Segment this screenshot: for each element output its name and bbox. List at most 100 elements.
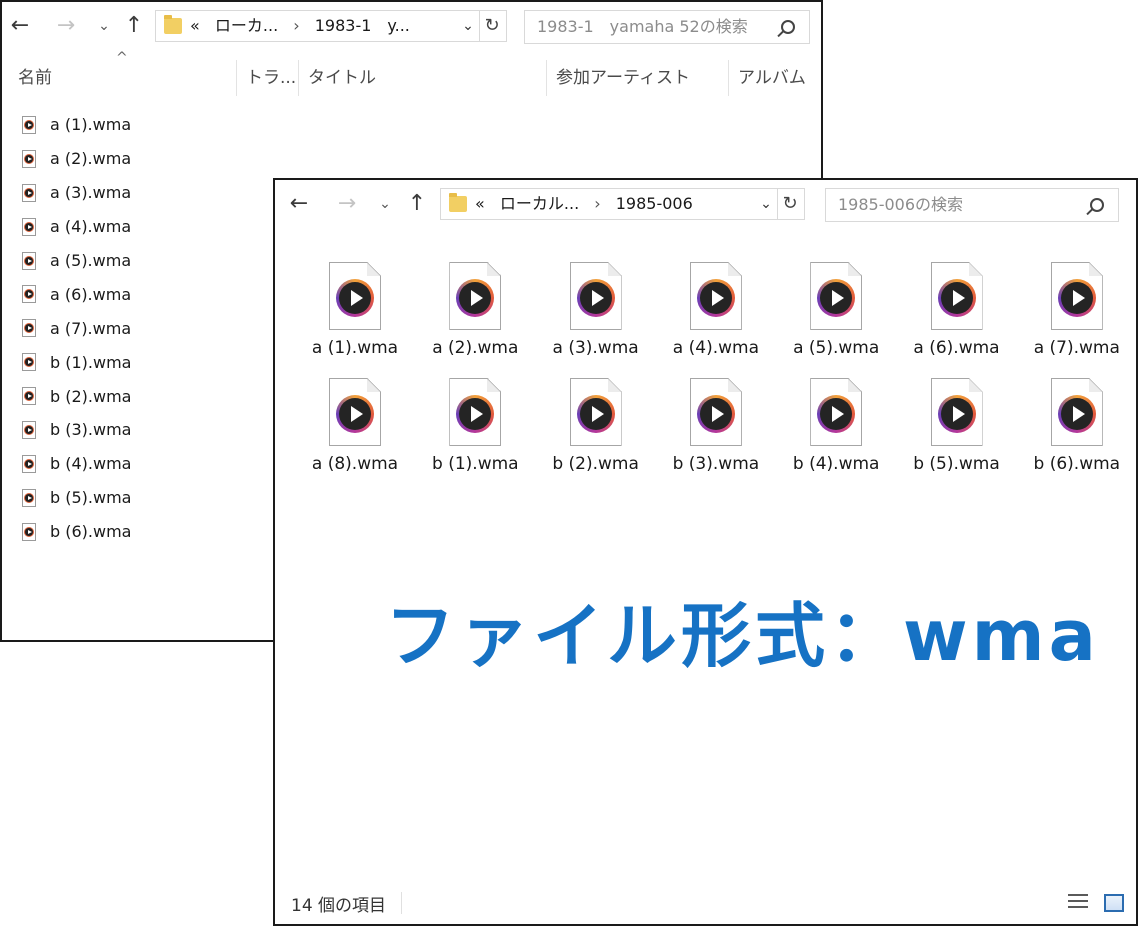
breadcrumb-item-current[interactable]: 1983-1 y... bbox=[315, 16, 410, 35]
breadcrumb-item[interactable]: ローカル... bbox=[490, 194, 579, 213]
refresh-icon[interactable]: ↻ bbox=[777, 189, 802, 219]
wma-file-icon bbox=[689, 262, 742, 330]
file-tile[interactable]: a (6).wma bbox=[897, 262, 1017, 358]
file-list-item[interactable]: b (5).wma bbox=[22, 481, 131, 515]
column-header-name[interactable]: 名前 bbox=[18, 60, 52, 96]
wma-file-icon bbox=[22, 454, 36, 473]
file-name: b (5).wma bbox=[913, 454, 1000, 474]
file-tile[interactable]: b (6).wma bbox=[1017, 378, 1137, 474]
file-name: b (2).wma bbox=[50, 386, 132, 406]
column-header-track[interactable]: トラ... bbox=[246, 60, 296, 96]
breadcrumb-overflow[interactable]: « bbox=[475, 194, 485, 213]
address-bar[interactable]: « ローカ... › 1983-1 y... ⌄ ↻ bbox=[155, 10, 507, 42]
forward-arrow-icon[interactable]: → bbox=[52, 12, 80, 40]
file-name: b (4).wma bbox=[50, 454, 132, 474]
file-list: a (1).wma a (2).wma a (3).wma a (4).wma a (5… bbox=[22, 108, 131, 549]
file-name: a (2).wma bbox=[432, 338, 519, 358]
breadcrumb-item[interactable]: ローカ... bbox=[205, 16, 278, 35]
file-tile[interactable]: a (8).wma bbox=[295, 378, 415, 474]
media-play-icon bbox=[336, 279, 374, 317]
file-list-item[interactable]: a (2).wma bbox=[22, 142, 131, 176]
file-list-item[interactable]: b (1).wma bbox=[22, 345, 131, 379]
back-arrow-icon[interactable]: ← bbox=[6, 12, 34, 40]
file-list-item[interactable]: b (6).wma bbox=[22, 515, 131, 549]
file-list-item[interactable]: a (4).wma bbox=[22, 210, 131, 244]
file-tile[interactable]: a (7).wma bbox=[1017, 262, 1137, 358]
file-name: a (3).wma bbox=[552, 338, 639, 358]
media-play-icon bbox=[937, 395, 976, 433]
file-name: a (1).wma bbox=[50, 115, 132, 135]
file-tile[interactable]: a (1).wma bbox=[295, 262, 415, 358]
file-name: a (8).wma bbox=[311, 454, 399, 474]
large-icons-view-icon[interactable] bbox=[1104, 894, 1124, 912]
file-tile[interactable]: b (5).wma bbox=[897, 378, 1017, 474]
wma-file-icon bbox=[22, 285, 36, 304]
folder-icon bbox=[449, 193, 467, 212]
search-box[interactable]: 1985-006の検索 bbox=[825, 188, 1119, 222]
file-name: b (1).wma bbox=[50, 352, 132, 372]
wma-file-icon bbox=[810, 378, 863, 446]
up-arrow-icon[interactable]: ↑ bbox=[403, 190, 431, 218]
column-header-album[interactable]: アルバム bbox=[738, 60, 806, 96]
media-play-icon bbox=[576, 279, 615, 317]
file-tile[interactable]: a (2).wma bbox=[415, 262, 535, 358]
file-tile[interactable]: b (1).wma bbox=[415, 378, 535, 474]
refresh-icon[interactable]: ↻ bbox=[479, 11, 504, 41]
forward-arrow-icon[interactable]: → bbox=[333, 190, 361, 218]
back-arrow-icon[interactable]: ← bbox=[285, 190, 313, 218]
file-tile[interactable]: a (5).wma bbox=[776, 262, 896, 358]
media-play-icon bbox=[456, 279, 495, 317]
media-play-icon bbox=[817, 395, 856, 433]
details-view-icon[interactable] bbox=[1068, 894, 1088, 912]
column-header-title[interactable]: タイトル bbox=[308, 60, 376, 96]
address-bar[interactable]: « ローカル... › 1985-006 ⌄ ↻ bbox=[440, 188, 805, 220]
file-list-item[interactable]: a (3).wma bbox=[22, 176, 131, 210]
breadcrumb: « ローカ... › 1983-1 y... bbox=[190, 11, 410, 41]
file-name: a (6).wma bbox=[50, 284, 132, 304]
search-box[interactable]: 1983-1 yamaha 52の検索 bbox=[524, 10, 810, 44]
file-tile[interactable]: b (4).wma bbox=[776, 378, 896, 474]
wma-file-icon bbox=[22, 387, 36, 406]
folder-icon bbox=[164, 15, 182, 34]
search-icon[interactable] bbox=[1090, 198, 1104, 212]
column-divider[interactable] bbox=[298, 60, 299, 96]
media-play-icon bbox=[576, 395, 615, 433]
file-tile[interactable]: a (4).wma bbox=[656, 262, 776, 358]
column-divider[interactable] bbox=[546, 60, 547, 96]
chevron-down-icon[interactable]: ⌄ bbox=[456, 11, 480, 41]
file-name: a (5).wma bbox=[50, 251, 132, 270]
status-divider bbox=[401, 892, 402, 914]
media-play-icon bbox=[456, 395, 495, 433]
wma-file-icon bbox=[1050, 378, 1103, 446]
wma-file-icon bbox=[22, 183, 36, 202]
breadcrumb-item-current[interactable]: 1985-006 bbox=[616, 194, 693, 213]
file-list-item[interactable]: a (7).wma bbox=[22, 311, 131, 345]
column-header-artist[interactable]: 参加アーティスト bbox=[556, 60, 690, 96]
file-list-item[interactable]: a (5).wma bbox=[22, 244, 131, 278]
wma-file-icon bbox=[930, 262, 983, 330]
wma-file-icon bbox=[689, 378, 742, 446]
file-tile[interactable]: a (3).wma bbox=[536, 262, 656, 358]
file-name: b (2).wma bbox=[552, 454, 639, 474]
file-list-item[interactable]: b (4).wma bbox=[22, 447, 131, 481]
file-list-item[interactable]: a (6).wma bbox=[22, 277, 131, 311]
search-input[interactable]: 1985-006の検索 bbox=[838, 189, 963, 221]
chevron-down-icon[interactable]: ⌄ bbox=[754, 189, 778, 219]
breadcrumb-overflow[interactable]: « bbox=[190, 16, 200, 35]
file-list-item[interactable]: a (1).wma bbox=[22, 108, 131, 142]
up-arrow-icon[interactable]: ↑ bbox=[120, 12, 148, 40]
column-divider[interactable] bbox=[728, 60, 729, 96]
file-name: a (3).wma bbox=[50, 183, 132, 203]
media-play-icon bbox=[817, 279, 856, 317]
wma-file-icon bbox=[810, 262, 863, 330]
file-name: a (4).wma bbox=[50, 217, 132, 237]
file-list-item[interactable]: b (3).wma bbox=[22, 413, 131, 447]
column-divider[interactable] bbox=[236, 60, 237, 96]
file-list-item[interactable]: b (2).wma bbox=[22, 379, 131, 413]
chevron-down-icon[interactable]: ⌄ bbox=[371, 190, 399, 218]
chevron-down-icon[interactable]: ⌄ bbox=[90, 12, 118, 40]
file-tile[interactable]: b (3).wma bbox=[656, 378, 776, 474]
search-icon[interactable] bbox=[781, 20, 795, 34]
search-input[interactable]: 1983-1 yamaha 52の検索 bbox=[537, 11, 748, 43]
file-tile[interactable]: b (2).wma bbox=[536, 378, 656, 474]
